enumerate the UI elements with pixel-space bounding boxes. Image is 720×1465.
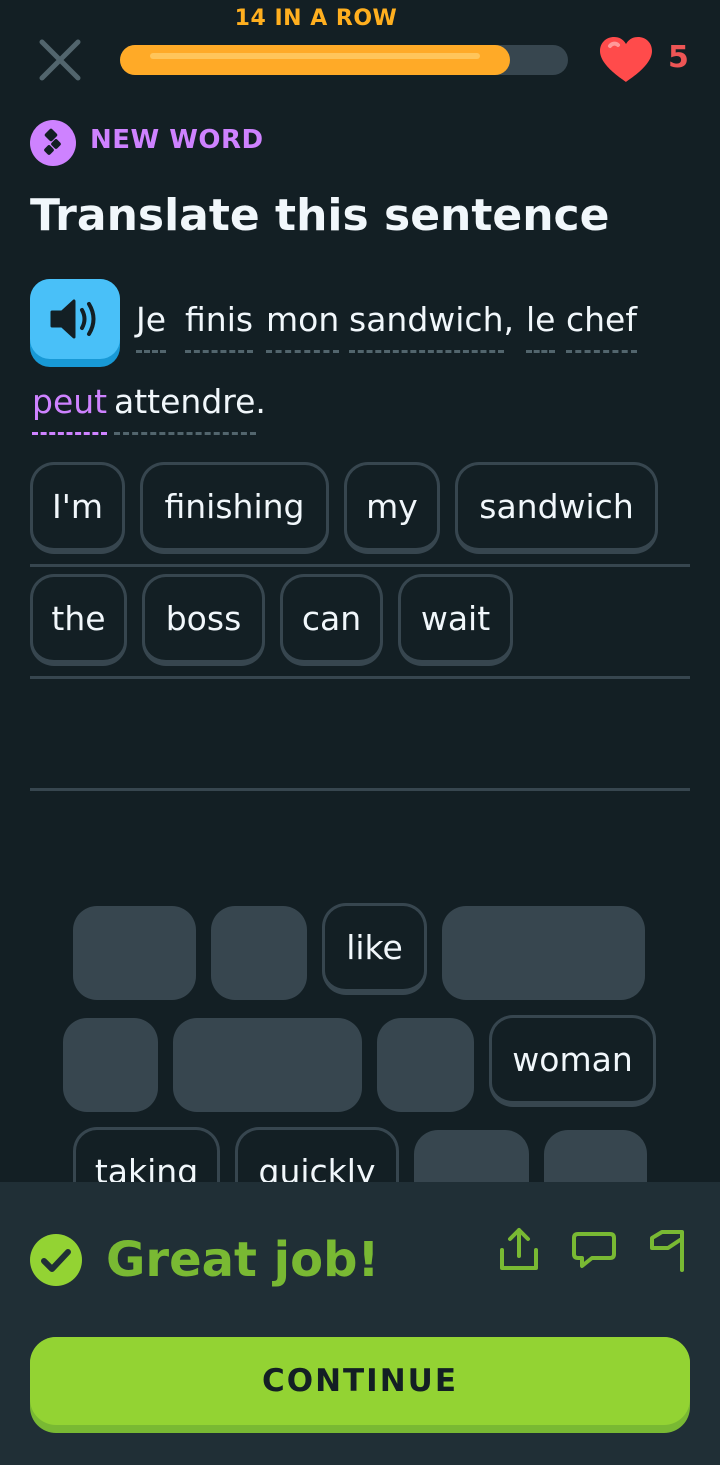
answer-tile[interactable]: can — [280, 574, 383, 666]
close-icon — [39, 39, 81, 81]
share-icon — [500, 1228, 538, 1270]
answer-tile[interactable]: my — [344, 462, 440, 554]
feedback-panel: Great job! CONTINUE — [0, 1182, 720, 1465]
prompt-word[interactable]: le — [526, 300, 556, 353]
comment-icon — [572, 1232, 616, 1268]
continue-button[interactable]: CONTINUE — [30, 1337, 690, 1433]
play-audio-button[interactable] — [30, 279, 120, 367]
heart-icon — [598, 36, 654, 84]
prompt-word[interactable]: attendre. — [114, 382, 266, 435]
feedback-message: Great job! — [106, 1232, 380, 1288]
answer-tile[interactable]: I'm — [30, 462, 125, 554]
check-circle-icon — [30, 1234, 82, 1286]
exercise-title: Translate this sentence — [30, 190, 610, 241]
word-bank-slot — [173, 1018, 362, 1112]
lesson-progress-bar — [120, 45, 568, 75]
word-bank-slot — [211, 906, 307, 1000]
word-bank-tile[interactable]: like — [322, 903, 427, 995]
report-button[interactable] — [642, 1224, 694, 1276]
speaker-icon — [50, 299, 96, 339]
hearts-count: 5 — [668, 40, 689, 75]
prompt-word[interactable]: mon — [266, 300, 340, 353]
answer-line — [30, 564, 690, 567]
word-bank-slot — [73, 906, 196, 1000]
streak-counter: 14 IN A ROW — [234, 6, 398, 31]
answer-tile[interactable]: the — [30, 574, 127, 666]
continue-button-label: CONTINUE — [30, 1337, 690, 1425]
close-button[interactable] — [36, 36, 84, 84]
flag-icon — [650, 1230, 684, 1272]
answer-tile[interactable]: finishing — [140, 462, 329, 554]
new-word-label: NEW WORD — [90, 125, 264, 155]
answer-line — [30, 676, 690, 679]
new-word-icon — [30, 120, 76, 166]
prompt-new-word[interactable]: peut — [32, 382, 108, 435]
word-bank-slot — [442, 906, 645, 1000]
prompt-word[interactable]: finis — [185, 300, 254, 353]
prompt-word[interactable]: sandwich, — [349, 300, 514, 353]
answer-tile[interactable]: boss — [142, 574, 265, 666]
answer-line — [30, 788, 690, 791]
word-bank-slot — [63, 1018, 158, 1112]
progress-shine — [150, 53, 480, 59]
comment-button[interactable] — [568, 1224, 620, 1276]
answer-tile[interactable]: wait — [398, 574, 513, 666]
progress-fill — [120, 45, 510, 75]
prompt-word[interactable]: Je — [136, 300, 167, 353]
prompt-word[interactable]: chef — [566, 300, 637, 353]
word-bank-tile[interactable]: woman — [489, 1015, 656, 1107]
answer-tile[interactable]: sandwich — [455, 462, 658, 554]
share-button[interactable] — [494, 1224, 546, 1276]
word-bank-slot — [377, 1018, 474, 1112]
